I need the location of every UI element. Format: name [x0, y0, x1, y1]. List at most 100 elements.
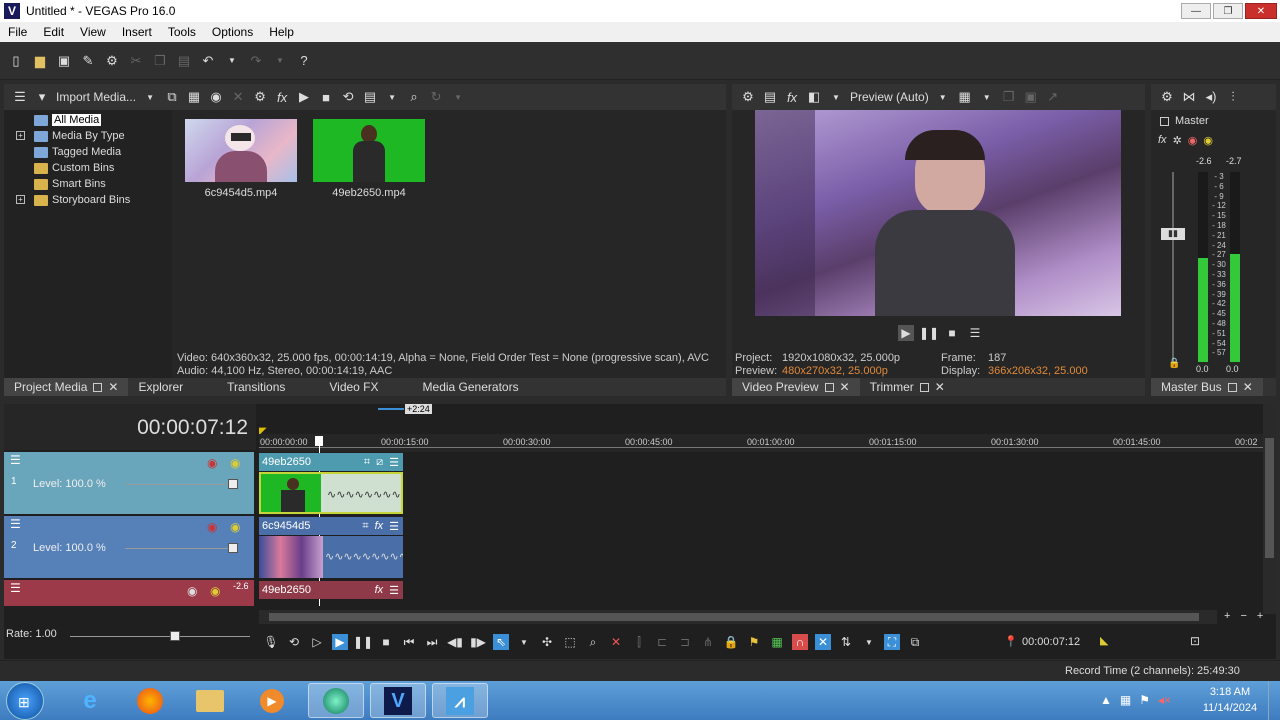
vegas-pro-taskbar-icon[interactable]: V — [370, 683, 426, 718]
remove-media-icon[interactable]: ✕ — [230, 89, 246, 105]
menu-view[interactable]: View — [72, 25, 114, 39]
tab-trimmer[interactable]: Trimmer ✕ — [860, 378, 955, 396]
track-menu-icon[interactable]: ☰ — [10, 582, 24, 594]
zoom-fit-icon[interactable]: + — [1257, 610, 1263, 622]
volume-muted-icon[interactable]: ◂× — [1158, 693, 1171, 707]
capture-icon[interactable]: ⧉ — [164, 89, 180, 105]
expand-media-by-type-icon[interactable]: + — [16, 131, 25, 140]
ripple-dropdown-icon[interactable]: ▼ — [861, 634, 877, 650]
zoom-tool-icon[interactable]: ⌕ — [585, 634, 601, 650]
undo-dropdown-icon[interactable]: ▼ — [224, 53, 240, 69]
stop-media-icon[interactable]: ■ — [318, 89, 334, 105]
trim-start-icon[interactable]: ⊏ — [654, 634, 670, 650]
tab-explorer[interactable]: Explorer — [128, 378, 193, 396]
menu-options[interactable]: Options — [204, 25, 261, 39]
delete-icon[interactable]: ✕ — [608, 634, 624, 650]
tree-item-all-media[interactable]: All Media — [34, 112, 102, 128]
media-thumbnail-49eb2650[interactable] — [313, 119, 425, 182]
dim-output-icon[interactable]: ◂) — [1203, 89, 1219, 105]
split-icon[interactable]: ⋔ — [700, 634, 716, 650]
save-icon[interactable]: ▣ — [56, 53, 72, 69]
track-header-2[interactable]: ☰ 2 Level: 100.0 % ◉ ◉ — [4, 516, 254, 578]
timeline-vertical-scrollbar[interactable] — [1263, 404, 1276, 614]
timecode-display[interactable]: 00:00:07:12 — [137, 416, 248, 440]
show-desktop-button[interactable] — [1268, 681, 1280, 720]
level-slider-knob[interactable] — [228, 543, 238, 553]
close-button[interactable]: ✕ — [1245, 3, 1277, 19]
get-media-icon[interactable]: ▦ — [186, 89, 202, 105]
preview-fx-icon[interactable]: fx — [784, 89, 800, 105]
event-header-track-3[interactable]: 49eb2650 fx ☰ — [259, 581, 403, 599]
play-icon[interactable]: ▶ — [332, 634, 348, 650]
time-ruler[interactable]: 00:00:00:00 00:00:15:00 00:00:30:00 00:0… — [259, 434, 1263, 452]
menu-edit[interactable]: Edit — [35, 25, 72, 39]
tab-project-media[interactable]: Project Media ✕ — [4, 378, 129, 396]
end-marker-icon[interactable]: ◣ — [1100, 634, 1108, 647]
clock-date[interactable]: 11/14/2024 — [1196, 702, 1264, 714]
zoom-out-icon[interactable]: − — [1240, 610, 1246, 622]
next-frame-icon[interactable]: ▮▶ — [470, 634, 486, 650]
mixer-settings-gear-icon[interactable]: ⚙ — [1159, 89, 1175, 105]
views-dropdown-icon[interactable]: ▼ — [384, 89, 400, 105]
crop-icon[interactable]: ⌗ — [364, 456, 370, 469]
master-fx-icon[interactable]: fx — [1158, 134, 1167, 147]
media-player-icon[interactable]: ▶ — [244, 683, 300, 718]
save-as-icon[interactable]: ✎ — [80, 53, 96, 69]
master-fader-knob[interactable]: ▮▮ — [1161, 228, 1185, 240]
track-header-3[interactable]: ☰ ◉ ◉ -2.6 — [4, 580, 254, 606]
start-button[interactable]: ⊞ — [6, 682, 44, 720]
internet-explorer-icon[interactable]: e — [62, 683, 118, 718]
app-icon-green[interactable] — [308, 683, 364, 718]
event-fx-icon[interactable]: fx — [375, 520, 384, 533]
pause-icon[interactable]: ❚❚ — [353, 634, 373, 650]
go-to-start-icon[interactable]: ⏮ — [401, 634, 417, 650]
action-center-flag-icon[interactable]: ⚑ — [1139, 693, 1150, 707]
split-dropdown-icon[interactable]: ▼ — [828, 89, 844, 105]
track-menu-icon[interactable]: ☰ — [10, 454, 24, 466]
tab-transitions[interactable]: Transitions — [217, 378, 295, 396]
close-tab-icon[interactable]: ✕ — [108, 380, 118, 394]
media-fx-settings-icon[interactable]: ⚙ — [252, 89, 268, 105]
copy-icon[interactable]: ❐ — [152, 53, 168, 69]
clock-time[interactable]: 3:18 AM — [1200, 686, 1260, 698]
level-slider-knob[interactable] — [228, 479, 238, 489]
event-menu-icon[interactable]: ☰ — [389, 584, 399, 597]
ignore-grouping-icon[interactable]: ⧉ — [907, 634, 923, 650]
overlays-dropdown-icon[interactable]: ▼ — [979, 89, 995, 105]
external-monitor-icon[interactable]: ↗ — [1045, 89, 1061, 105]
preview-settings-gear-icon[interactable]: ⚙ — [740, 89, 756, 105]
video-event-track-2[interactable]: ∿∿∿∿∿∿∿∿∿ — [259, 536, 403, 578]
auto-crossfade-icon[interactable]: ✕ — [815, 634, 831, 650]
playhead-marker[interactable] — [315, 436, 323, 446]
lock-event-icon[interactable]: 🔒 — [723, 634, 739, 650]
media-thumbnail-6c9454d5[interactable] — [185, 119, 297, 182]
undock-icon[interactable] — [1227, 382, 1237, 392]
save-snapshot-icon[interactable]: ▣ — [1023, 89, 1039, 105]
undock-icon[interactable] — [93, 382, 103, 392]
mute-icon[interactable]: ◉ — [207, 520, 217, 534]
preview-play-icon[interactable]: ▶ — [898, 325, 914, 341]
maximize-button[interactable]: ❐ — [1213, 3, 1243, 19]
lock-envelopes-icon[interactable]: ⛶ — [884, 634, 900, 650]
snapping-icon[interactable]: ∩ — [792, 634, 808, 650]
mute-icon[interactable]: ◉ — [187, 584, 197, 598]
crop-icon[interactable]: ⌗ — [362, 520, 368, 533]
insert-region-icon[interactable]: ▦ — [769, 634, 785, 650]
menu-tools[interactable]: Tools — [160, 25, 204, 39]
expand-storyboard-bins-icon[interactable]: + — [16, 195, 25, 204]
tree-item-smart-bins[interactable]: Smart Bins — [34, 176, 106, 192]
redo-icon[interactable]: ↷ — [248, 53, 264, 69]
solo-icon[interactable]: ◉ — [210, 584, 220, 598]
project-properties-icon[interactable]: ▤ — [762, 89, 778, 105]
tree-item-custom-bins[interactable]: Custom Bins — [34, 160, 114, 176]
ripple-edit-icon[interactable]: ⇅ — [838, 634, 854, 650]
lock-icon[interactable]: 🔒 — [1168, 358, 1180, 369]
event-fx-icon[interactable]: fx — [375, 584, 384, 597]
views-icon[interactable]: ▤ — [362, 89, 378, 105]
tree-item-tagged-media[interactable]: Tagged Media — [34, 144, 121, 160]
timeline-horizontal-scrollbar[interactable] — [259, 610, 1217, 624]
copy-snapshot-icon[interactable]: ❐ — [1001, 89, 1017, 105]
media-menu-icon[interactable]: ☰ — [12, 89, 28, 105]
tab-video-preview[interactable]: Video Preview ✕ — [732, 378, 860, 396]
edit-tool-dropdown-icon[interactable]: ▼ — [516, 634, 532, 650]
